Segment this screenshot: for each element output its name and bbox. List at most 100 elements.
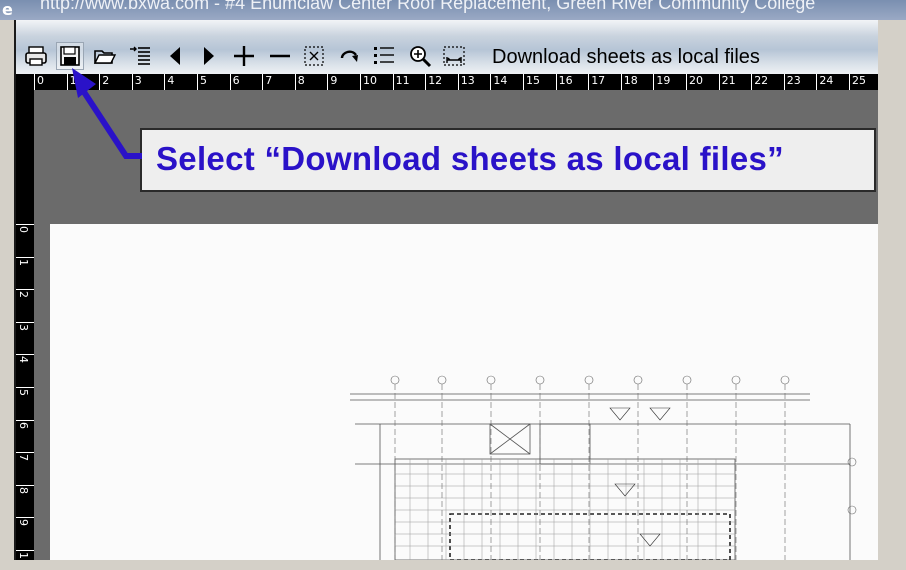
print-button[interactable] [22, 42, 50, 70]
zoom-out-minus-icon [270, 54, 290, 58]
magnify-button[interactable] [406, 42, 434, 70]
measure-icon [443, 46, 465, 66]
magnify-icon [410, 46, 432, 68]
ruler-tick-label: 10 [363, 74, 377, 87]
ruler-tick: 3 [131, 74, 142, 90]
ruler-tick: 11 [392, 74, 410, 90]
ruler-tick-label: 25 [852, 74, 866, 87]
ruler-tick-label: 18 [623, 74, 638, 87]
ruler-tick: 1 [16, 256, 34, 290]
ruler-tick: 4 [16, 354, 34, 387]
ruler-tick-label: 23 [786, 74, 801, 87]
ruler-tick: 2 [16, 289, 34, 322]
ruler-tick: 9 [327, 74, 337, 90]
ruler-tick: 8 [16, 484, 34, 518]
ruler-tick-label: 2 [102, 74, 110, 87]
ruler-tick-label: 5 [17, 389, 30, 396]
fit-to-window-button[interactable] [300, 42, 328, 70]
ruler-tick: 0 [34, 74, 44, 90]
list-options-icon [374, 47, 394, 64]
measure-button[interactable] [440, 42, 468, 70]
zoom-in-button[interactable] [230, 42, 258, 70]
ruler-tick: 1 [66, 74, 77, 90]
rotate-icon [340, 50, 358, 62]
ruler-tick-label: 14 [493, 74, 508, 87]
ruler-tick: 13 [457, 74, 475, 90]
ruler-tick: 25 [849, 74, 866, 90]
ruler-tick-label: 1 [17, 258, 30, 266]
ruler-tick: 18 [620, 74, 638, 90]
ruler-tick: 10 [360, 74, 377, 90]
ruler-tick: 4 [164, 74, 174, 90]
ruler-tick: 9 [16, 517, 34, 550]
ruler-tick: 3 [16, 321, 34, 355]
ruler-tick-label: 1 [17, 552, 30, 559]
ruler-tick-label: 5 [200, 74, 207, 87]
ruler-tick-label: 6 [17, 421, 30, 429]
browser-window: e http://www.bxwa.com - #4 Enumclaw Cent… [0, 0, 906, 570]
title-bar: e http://www.bxwa.com - #4 Enumclaw Cent… [0, 0, 906, 20]
window-right-frame [878, 20, 906, 570]
ruler-tick: 1 [16, 550, 34, 560]
ruler-tick: 2 [99, 74, 109, 90]
callout-text: Select “Download sheets as local files” [156, 140, 784, 177]
ruler-tick-label: 15 [526, 74, 540, 87]
ruler-tick: 7 [262, 74, 272, 90]
ruler-tick: 8 [294, 74, 305, 90]
ruler-tick-label: 11 [395, 74, 410, 87]
open-folder-icon [93, 50, 117, 64]
ruler-tick-label: 12 [428, 74, 443, 87]
browser-icon: e [2, 0, 13, 19]
fit-to-window-icon [304, 46, 324, 66]
sheet-list-icon [130, 46, 150, 65]
ruler-tick-label: 4 [17, 356, 30, 364]
ruler-tick-label: 3 [134, 74, 142, 87]
ruler-tick: 17 [588, 74, 605, 90]
zoom-out-button[interactable] [266, 42, 294, 70]
horizontal-ruler: 0 1 2 3 4 5 6 7 8 9 10 11 12 13 14 15 16 17 18 19 20 21 22 23 24… [34, 74, 880, 90]
instruction-callout: Select “Download sheets as local files” [140, 128, 876, 192]
ruler-tick-label: 20 [689, 74, 703, 87]
ruler-tick: 5 [197, 74, 207, 90]
ruler-tick: 5 [16, 387, 34, 420]
viewer-toolbar: Download sheets as local files [16, 20, 880, 74]
document-viewer: Download sheets as local files 012345678… [14, 20, 880, 560]
ruler-tick-label: 24 [819, 74, 834, 87]
window-title: http://www.bxwa.com - #4 Enumclaw Center… [40, 0, 816, 13]
ruler-tick: 21 [718, 74, 736, 90]
ruler-tick-label: 7 [17, 454, 30, 462]
zoom-in-plus-icon [234, 46, 254, 66]
ruler-tick: 7 [16, 452, 34, 485]
ruler-tick: 6 [16, 419, 34, 453]
next-page-button[interactable] [194, 42, 222, 70]
previous-page-icon [170, 47, 180, 65]
rotate-button[interactable] [336, 42, 364, 70]
list-options-button[interactable] [370, 42, 398, 70]
sheet-list-button[interactable] [126, 42, 154, 70]
ruler-tick-label: 2 [17, 291, 30, 299]
ruler-tick-label: 17 [591, 74, 606, 87]
ruler-tick: 6 [229, 74, 240, 90]
ruler-tick: 19 [653, 74, 670, 90]
floor-plan-drawing [350, 375, 857, 560]
ruler-tick-label: 6 [232, 74, 240, 87]
ruler-tick-label: 7 [265, 74, 273, 87]
ruler-tick: 16 [555, 74, 573, 90]
ruler-tick-label: 3 [17, 323, 30, 331]
window-bottom-frame [0, 560, 906, 570]
ruler-tick-label: 16 [558, 74, 573, 87]
save-button[interactable] [56, 42, 84, 70]
ruler-tick: 22 [751, 74, 768, 90]
ruler-tick-label: 0 [17, 226, 30, 233]
ruler-tick-label: 9 [17, 519, 30, 527]
ruler-tick-label: 22 [754, 74, 769, 87]
ruler-tick-label: 19 [656, 74, 671, 87]
previous-page-button[interactable] [162, 42, 190, 70]
open-folder-button[interactable] [91, 42, 119, 70]
ruler-corner [16, 74, 34, 90]
save-icon [60, 46, 80, 66]
ruler-tick: 0 [16, 224, 34, 257]
ruler-tick-label: 13 [460, 74, 475, 87]
drawing-sheet[interactable] [50, 224, 880, 560]
ruler-tick-label: 21 [721, 74, 736, 87]
